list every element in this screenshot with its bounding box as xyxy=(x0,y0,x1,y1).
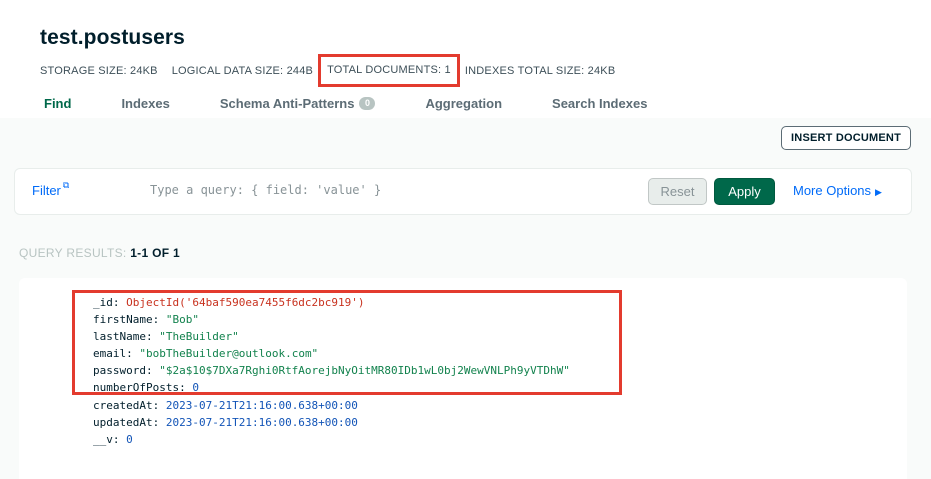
collection-title: test.postusers xyxy=(40,26,185,49)
tab-search-indexes-label: Search Indexes xyxy=(552,96,648,111)
tab-indexes[interactable]: Indexes xyxy=(121,96,169,111)
tab-indexes-label: Indexes xyxy=(121,96,170,111)
field-value: 2023-07-21T21:16:00.638+00:00 xyxy=(165,416,358,429)
query-results-label: QUERY RESULTS: 1-1 OF 1 xyxy=(19,246,180,260)
annotation-highlight-box xyxy=(72,290,622,395)
more-options-label: More Options xyxy=(793,183,872,198)
field-key: createdAt xyxy=(93,399,153,412)
external-link-icon: ⧉ xyxy=(62,180,70,190)
logical-data-size-stat: LOGICAL DATA SIZE: 244B xyxy=(171,65,314,77)
query-input[interactable]: Type a query: { field: 'value' } xyxy=(150,183,381,197)
tab-aggregation-label: Aggregation xyxy=(425,96,503,111)
collection-tabs: Find Indexes Schema Anti-Patterns 0 Aggr… xyxy=(44,96,697,111)
indexes-total-size-stat: INDEXES TOTAL SIZE: 24KB xyxy=(464,65,616,77)
field-key: updatedAt xyxy=(93,416,153,429)
field-separator: : xyxy=(112,433,127,446)
tab-find-label: Find xyxy=(44,96,72,111)
storage-size-stat: STORAGE SIZE: 24KB xyxy=(40,65,158,77)
query-bar: Filter ⧉ Type a query: { field: 'value' … xyxy=(14,168,912,215)
total-documents-stat: TOTAL DOCUMENTS: 1 xyxy=(318,54,460,87)
tab-find[interactable]: Find xyxy=(44,96,71,111)
caret-right-icon: ▶ xyxy=(875,187,882,197)
document-field: createdAt: 2023-07-21T21:16:00.638+00:00 xyxy=(93,399,358,412)
query-results-count: 1-1 OF 1 xyxy=(130,246,180,260)
collection-header: test.postusers STORAGE SIZE: 24KB LOGICA… xyxy=(0,0,931,118)
collection-stats: STORAGE SIZE: 24KB LOGICAL DATA SIZE: 24… xyxy=(40,54,629,87)
filter-label: Filter xyxy=(32,183,61,198)
more-options-button[interactable]: More Options ▶ xyxy=(793,183,882,198)
tab-schema-anti-patterns[interactable]: Schema Anti-Patterns 0 xyxy=(220,96,376,111)
reset-button[interactable]: Reset xyxy=(648,178,707,205)
insert-document-button[interactable]: INSERT DOCUMENT xyxy=(781,126,911,150)
query-results-prefix: QUERY RESULTS: xyxy=(19,246,131,260)
field-separator: : xyxy=(152,399,166,412)
document-field: updatedAt: 2023-07-21T21:16:00.638+00:00 xyxy=(93,416,358,429)
tab-search-indexes[interactable]: Search Indexes xyxy=(552,96,647,111)
field-value: 0 xyxy=(126,433,133,446)
apply-button[interactable]: Apply xyxy=(714,178,775,205)
document-field: __v: 0 xyxy=(93,433,133,446)
field-separator: : xyxy=(152,416,166,429)
filter-link[interactable]: Filter ⧉ xyxy=(32,180,70,198)
anti-patterns-count-badge: 0 xyxy=(359,97,376,110)
field-value: 2023-07-21T21:16:00.638+00:00 xyxy=(165,399,358,412)
tab-schema-anti-patterns-label: Schema Anti-Patterns xyxy=(219,96,355,111)
tab-aggregation[interactable]: Aggregation xyxy=(425,96,502,111)
field-key: __v xyxy=(93,433,113,446)
